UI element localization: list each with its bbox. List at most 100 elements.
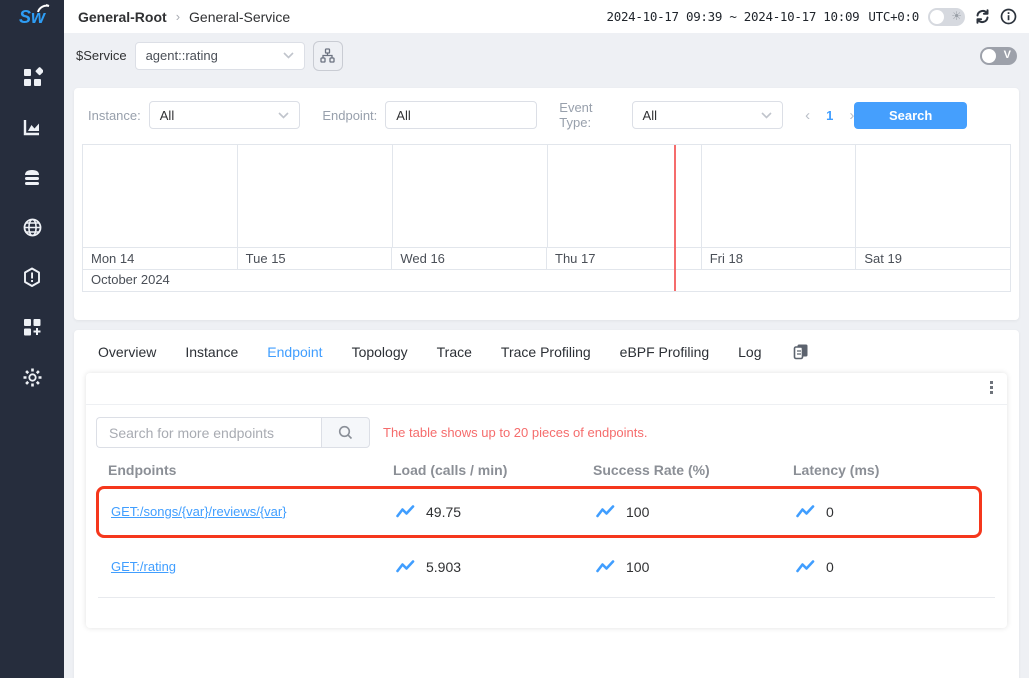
endpoint-table-header: Endpoints Load (calls / min) Success Rat…	[96, 462, 997, 478]
database-icon	[22, 167, 42, 187]
event-type-filter-label: Event Type:	[559, 100, 623, 130]
service-topology-button[interactable]	[313, 41, 343, 71]
endpoint-limit-hint: The table shows up to 20 pieces of endpo…	[383, 425, 648, 440]
sidebar-item-settings[interactable]	[0, 352, 64, 402]
version-toggle-knob	[982, 49, 996, 63]
endpoint-link[interactable]: GET:/rating	[111, 559, 176, 574]
success-rate-value: 100	[626, 504, 649, 520]
timeline-day-label: Sat 19	[855, 248, 1010, 269]
timeline-day-label: Wed 16	[391, 248, 546, 269]
service-bar: $Service agent::rating V	[64, 33, 1029, 78]
version-toggle[interactable]: V	[980, 47, 1017, 65]
prev-page-arrow[interactable]: ‹	[805, 107, 810, 124]
trend-chart-icon[interactable]	[396, 505, 415, 519]
timeline-plot-area	[83, 145, 1010, 248]
endpoint-search-button[interactable]	[321, 417, 370, 448]
trend-chart-icon[interactable]	[596, 505, 615, 519]
timeline-day-label: Mon 14	[83, 248, 237, 269]
endpoint-table-body: GET:/songs/{var}/reviews/{var} 49.75 10	[96, 486, 997, 598]
timeline-day-label: Thu 17	[546, 248, 701, 269]
tab-trace[interactable]: Trace	[437, 344, 472, 360]
search-icon	[338, 425, 353, 440]
event-timeline-chart[interactable]: Mon 14 Tue 15 Wed 16 Thu 17 Fri 18 Sat 1…	[82, 144, 1011, 292]
latency-value: 0	[826, 559, 834, 575]
skywalking-logo[interactable]: Sw	[0, 0, 64, 34]
timeline-day-label: Fri 18	[701, 248, 856, 269]
service-select-value: agent::rating	[146, 48, 218, 63]
timezone-label: UTC+0:0	[868, 9, 919, 24]
trend-chart-icon[interactable]	[396, 560, 415, 574]
filter-row: Instance: All Endpoint: Event Type: All …	[88, 100, 1007, 130]
timeline-day-axis: Mon 14 Tue 15 Wed 16 Thu 17 Fri 18 Sat 1…	[83, 248, 1010, 270]
service-dashboard-card: Overview Instance Endpoint Topology Trac…	[74, 330, 1019, 678]
refresh-icon[interactable]	[974, 8, 991, 25]
sidebar-item-database[interactable]	[0, 152, 64, 202]
chevron-down-icon	[278, 112, 289, 119]
load-value: 5.903	[426, 559, 461, 575]
event-search-button[interactable]: Search	[854, 102, 967, 129]
logo-swoosh-icon	[37, 4, 51, 13]
sidebar-item-dashboards-new[interactable]	[0, 302, 64, 352]
trend-chart-icon[interactable]	[596, 560, 615, 574]
widget-header	[86, 373, 1007, 405]
row-divider	[98, 597, 995, 598]
tab-instance[interactable]: Instance	[185, 344, 238, 360]
endpoint-filter-input[interactable]	[385, 101, 537, 129]
chevron-down-icon	[283, 52, 294, 59]
version-toggle-label: V	[1004, 49, 1011, 61]
endpoint-search-row: The table shows up to 20 pieces of endpo…	[96, 417, 997, 448]
top-header: General-Root › General-Service 2024-10-1…	[64, 0, 1029, 33]
sidebar-item-metrics[interactable]	[0, 102, 64, 152]
instance-filter-select[interactable]: All	[149, 101, 301, 129]
endpoint-filter-label: Endpoint:	[322, 108, 377, 123]
gear-icon	[22, 367, 43, 388]
event-pagination: ‹ 1 ›	[805, 107, 854, 124]
tab-overview[interactable]: Overview	[98, 344, 156, 360]
breadcrumb-current: General-Service	[189, 9, 290, 25]
endpoint-search-input[interactable]	[96, 417, 321, 448]
theme-toggle[interactable]: ☀	[928, 8, 965, 26]
dashboard-grid-icon	[22, 67, 43, 88]
time-range-picker[interactable]: 2024-10-17 09:39 ~ 2024-10-17 10:09	[607, 9, 860, 24]
sidebar-item-alerting[interactable]	[0, 252, 64, 302]
service-select[interactable]: agent::rating	[135, 42, 305, 70]
copy-tabs-icon[interactable]	[793, 343, 809, 360]
tab-endpoint[interactable]: Endpoint	[267, 344, 322, 360]
sidebar-item-dashboard[interactable]	[0, 52, 64, 102]
trend-chart-icon[interactable]	[796, 560, 815, 574]
widgets-plus-icon	[22, 317, 42, 337]
instance-filter-label: Instance:	[88, 108, 141, 123]
event-type-value: All	[643, 108, 657, 123]
theme-toggle-knob	[930, 10, 944, 24]
latency-value: 0	[826, 504, 834, 520]
tab-ebpf-profiling[interactable]: eBPF Profiling	[620, 344, 709, 360]
sun-icon: ☀	[951, 9, 962, 23]
current-time-marker	[674, 145, 676, 291]
success-rate-value: 100	[626, 559, 649, 575]
sidebar-item-browser[interactable]	[0, 202, 64, 252]
tab-trace-profiling[interactable]: Trace Profiling	[501, 344, 591, 360]
col-success-rate: Success Rate (%)	[593, 462, 793, 478]
trend-chart-icon[interactable]	[796, 505, 815, 519]
table-row[interactable]: GET:/songs/{var}/reviews/{var} 49.75 10	[96, 486, 982, 538]
info-icon[interactable]	[1000, 8, 1017, 25]
chevron-down-icon	[761, 112, 772, 119]
instance-filter-value: All	[160, 108, 174, 123]
tab-topology[interactable]: Topology	[352, 344, 408, 360]
col-endpoints: Endpoints	[96, 462, 393, 478]
dashboard-tabs: Overview Instance Endpoint Topology Trac…	[74, 330, 1019, 373]
table-row[interactable]: GET:/rating 5.903 100	[96, 541, 997, 593]
globe-icon	[22, 217, 43, 238]
widget-menu-icon[interactable]	[990, 381, 993, 394]
timeline-month-label: October 2024	[83, 270, 1010, 291]
tab-log[interactable]: Log	[738, 344, 761, 360]
breadcrumb-root[interactable]: General-Root	[78, 9, 167, 25]
endpoint-link[interactable]: GET:/songs/{var}/reviews/{var}	[111, 504, 287, 519]
endpoint-list-widget: The table shows up to 20 pieces of endpo…	[86, 373, 1007, 628]
service-variable-label: $Service	[76, 48, 127, 63]
breadcrumb: General-Root › General-Service	[78, 9, 290, 25]
timeline-day-label: Tue 15	[237, 248, 392, 269]
event-type-select[interactable]: All	[632, 101, 784, 129]
current-page-number[interactable]: 1	[826, 108, 833, 123]
alert-hexagon-icon	[22, 267, 42, 288]
